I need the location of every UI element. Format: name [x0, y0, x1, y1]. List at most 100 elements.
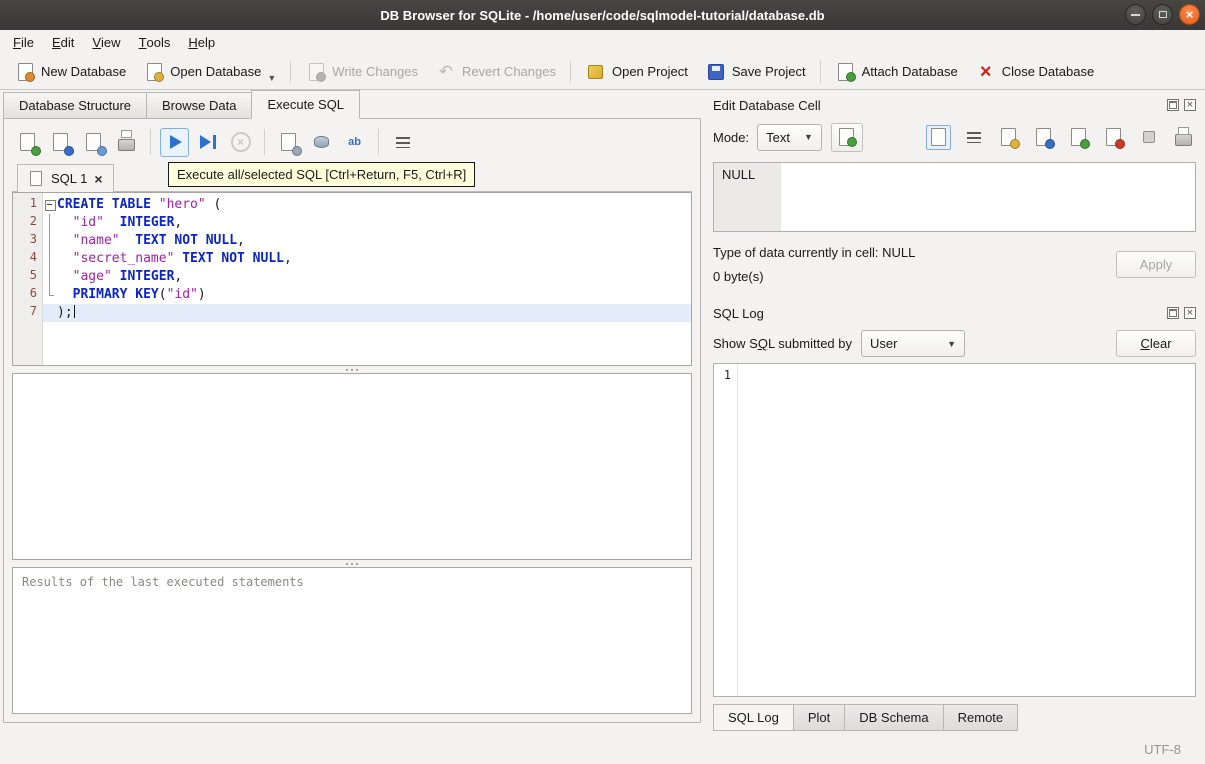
word-wrap-icon[interactable]	[388, 128, 417, 157]
fold-marker-icon	[43, 304, 57, 322]
find-replace-icon[interactable]	[340, 128, 369, 157]
sql-log-view[interactable]: 1	[713, 363, 1196, 697]
results-placeholder: Results of the last executed statements	[22, 575, 304, 589]
menu-edit[interactable]: Edit	[43, 30, 83, 54]
fold-marker-icon	[43, 286, 57, 304]
code-line-7[interactable]: );	[43, 304, 691, 322]
execute-all-icon[interactable]	[160, 127, 189, 157]
auto-switch-mode-button[interactable]	[830, 122, 863, 152]
line-number: 5	[29, 268, 37, 282]
dropdown-caret-icon[interactable]: ▼	[267, 73, 276, 83]
splitter-handle[interactable]	[12, 560, 692, 567]
print-icon[interactable]	[112, 128, 141, 157]
sql-code-editor[interactable]: 1 2 3 4 5 6 7 CREATE TABLE "hero" ( "id" INTEG…	[12, 192, 692, 366]
filter-label: Show SQL submitted by	[713, 336, 852, 351]
open-project-label: Open Project	[611, 64, 688, 79]
database-icon[interactable]	[307, 128, 336, 157]
menu-tools[interactable]: Tools	[130, 30, 180, 54]
splitter-handle[interactable]	[12, 366, 692, 373]
code-line-2[interactable]: "id" INTEGER,	[43, 214, 691, 232]
line-number: 1	[29, 196, 37, 210]
dock-tab-db-schema[interactable]: DB Schema	[844, 704, 944, 731]
dock-tab-plot[interactable]: Plot	[792, 704, 846, 731]
tab-sql-1[interactable]: SQL 1 ×	[17, 164, 114, 192]
close-panel-icon[interactable]	[1184, 307, 1196, 319]
code-text: "secret_name" TEXT NOT NULL,	[57, 250, 292, 268]
attach-database-button[interactable]: Attach Database	[827, 58, 966, 86]
export-icon[interactable]	[1101, 125, 1126, 150]
dock-tab-remote[interactable]: Remote	[942, 704, 1019, 731]
code-text: );	[57, 304, 75, 322]
toolbar-separator	[378, 129, 379, 155]
code-token: ,	[283, 251, 292, 266]
print-icon[interactable]	[1171, 125, 1196, 150]
menu-help[interactable]: Help	[179, 30, 224, 54]
code-line-1[interactable]: CREATE TABLE "hero" (	[43, 196, 691, 214]
text-cursor	[73, 305, 75, 318]
code-region[interactable]: CREATE TABLE "hero" ( "id" INTEGER, "nam…	[43, 193, 691, 365]
line-number: 3	[29, 232, 37, 246]
clear-button[interactable]: Clear	[1116, 330, 1196, 357]
mode-combobox[interactable]: Text ▼	[757, 123, 822, 151]
cell-value-editor[interactable]: NULL	[713, 162, 1196, 232]
word-wrap-icon[interactable]	[961, 125, 986, 150]
code-token: CREATE TABLE	[57, 197, 151, 212]
results-message-pane: Results of the last executed statements	[12, 567, 692, 714]
save-sql-file-icon[interactable]	[46, 128, 75, 157]
tab-execute-sql[interactable]: Execute SQL	[251, 90, 361, 119]
code-line-4[interactable]: "secret_name" TEXT NOT NULL,	[43, 250, 691, 268]
execute-current-line-icon[interactable]	[193, 128, 222, 157]
menu-view[interactable]: View	[83, 30, 129, 54]
menu-file[interactable]: File	[4, 30, 43, 54]
encoding-indicator[interactable]: UTF-8	[1144, 742, 1181, 757]
import-icon[interactable]	[1066, 125, 1091, 150]
tab-browse-data[interactable]: Browse Data	[146, 92, 253, 119]
write-changes-label: Write Changes	[332, 64, 419, 79]
write-changes-button: Write Changes	[297, 58, 426, 86]
minimize-button[interactable]	[1125, 4, 1146, 25]
submitted-by-combobox[interactable]: User ▼	[861, 330, 965, 357]
line-number: 7	[29, 304, 37, 318]
open-file-icon[interactable]	[996, 125, 1021, 150]
titlebar[interactable]: DB Browser for SQLite - /home/user/code/…	[0, 0, 1205, 30]
main-toolbar: New Database Open Database ▼ Write Changes R…	[0, 54, 1205, 90]
tab-database-structure[interactable]: Database Structure	[3, 92, 148, 119]
maximize-icon	[1158, 11, 1167, 18]
dock-tab-sql-log[interactable]: SQL Log	[713, 704, 794, 731]
float-panel-icon[interactable]	[1167, 99, 1179, 111]
maximize-button[interactable]	[1152, 4, 1173, 25]
close-tab-icon[interactable]: ×	[94, 172, 102, 186]
code-line-3[interactable]: "name" TEXT NOT NULL,	[43, 232, 691, 250]
float-panel-icon[interactable]	[1167, 307, 1179, 319]
sql-log-header: SQL Log	[713, 302, 1196, 324]
open-project-button[interactable]: Open Project	[577, 58, 696, 86]
fold-marker-icon[interactable]	[43, 196, 57, 214]
open-sql-file-icon[interactable]	[13, 128, 42, 157]
close-database-button[interactable]: Close Database	[967, 58, 1103, 86]
results-grid[interactable]	[12, 373, 692, 560]
write-changes-icon	[305, 61, 327, 83]
open-database-button[interactable]: Open Database ▼	[135, 58, 284, 86]
code-token: "hero"	[158, 197, 206, 212]
copy-icon[interactable]	[1031, 125, 1056, 150]
close-panel-icon[interactable]	[1184, 99, 1196, 111]
text-mode-icon[interactable]	[926, 124, 951, 150]
close-database-icon	[975, 61, 997, 83]
set-null-icon[interactable]	[1136, 125, 1161, 150]
cell-info-row: Type of data currently in cell: NULL 0 b…	[713, 245, 1196, 284]
close-button[interactable]: ×	[1179, 4, 1200, 25]
save-project-button[interactable]: Save Project	[697, 58, 814, 86]
code-token: TEXT NOT NULL	[182, 251, 284, 266]
save-project-icon	[705, 61, 727, 83]
code-line-5[interactable]: "age" INTEGER,	[43, 268, 691, 286]
menubar: File Edit View Tools Help	[0, 30, 1205, 54]
export-results-icon[interactable]	[274, 128, 303, 157]
edit-cell-toolbar: Mode: Text ▼	[713, 122, 1196, 152]
new-database-button[interactable]: New Database	[6, 58, 134, 86]
code-line-6[interactable]: PRIMARY KEY("id")	[43, 286, 691, 304]
save-project-label: Save Project	[731, 64, 806, 79]
save-sql-as-icon[interactable]	[79, 128, 108, 157]
